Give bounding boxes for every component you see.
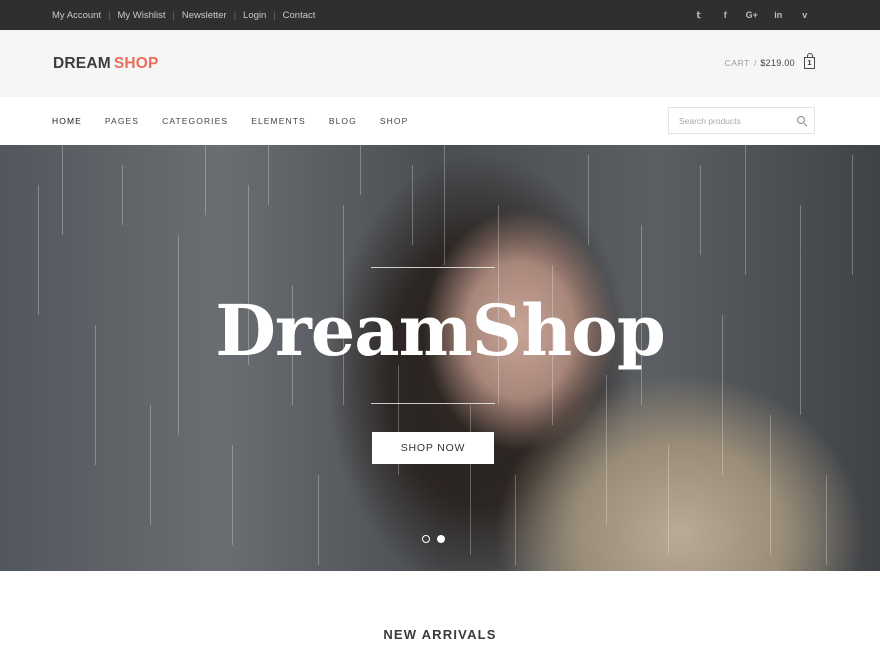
rain-streak bbox=[268, 145, 269, 205]
nav-menu: HOME PAGES CATEGORIES ELEMENTS BLOG SHOP bbox=[52, 97, 431, 145]
rain-streak bbox=[700, 165, 701, 255]
rain-streak bbox=[232, 445, 233, 545]
rain-streak bbox=[360, 145, 361, 195]
rain-streak bbox=[588, 155, 589, 245]
main-navigation: HOME PAGES CATEGORIES ELEMENTS BLOG SHOP bbox=[0, 97, 880, 145]
slider-dot-1[interactable] bbox=[422, 535, 430, 543]
rain-streak bbox=[826, 475, 827, 565]
rain-streak bbox=[318, 475, 319, 565]
rain-streak bbox=[122, 165, 123, 225]
vimeo-icon[interactable]: v bbox=[792, 10, 819, 20]
hero-title: DreamShop bbox=[215, 289, 666, 372]
nav-item-shop[interactable]: SHOP bbox=[380, 116, 409, 126]
nav-item-pages[interactable]: PAGES bbox=[105, 116, 139, 126]
rain-streak bbox=[150, 405, 151, 525]
newsletter-link[interactable]: Newsletter bbox=[182, 10, 227, 21]
rain-streak bbox=[606, 375, 607, 525]
cart-total: $219.00 bbox=[760, 58, 795, 68]
link-separator: | bbox=[108, 10, 111, 20]
top-bar: My Account | My Wishlist | Newsletter | … bbox=[0, 0, 880, 30]
slider-dot-2[interactable] bbox=[437, 535, 445, 543]
rain-streak bbox=[515, 475, 516, 565]
cart-summary[interactable]: CART / $219.00 1 bbox=[724, 53, 815, 72]
shop-now-button[interactable]: SHOP NOW bbox=[372, 432, 494, 464]
login-link[interactable]: Login bbox=[243, 10, 266, 21]
link-separator: | bbox=[172, 10, 175, 20]
cart-separator: / bbox=[753, 58, 757, 68]
contact-link[interactable]: Contact bbox=[283, 10, 316, 21]
social-links: 𝕥 f G+ in v bbox=[686, 0, 819, 30]
nav-item-blog[interactable]: BLOG bbox=[329, 116, 357, 126]
search-icon[interactable] bbox=[797, 116, 805, 124]
logo[interactable]: DREAM SHOP bbox=[53, 55, 159, 73]
cart-label: CART bbox=[724, 58, 750, 68]
logo-text-primary: DREAM bbox=[53, 55, 111, 72]
hero-bottom-divider bbox=[371, 403, 495, 404]
rain-streak bbox=[62, 145, 63, 235]
rain-streak bbox=[205, 145, 206, 215]
my-wishlist-link[interactable]: My Wishlist bbox=[117, 10, 165, 21]
site-header: DREAM SHOP CART / $219.00 1 bbox=[0, 30, 880, 97]
rain-streak bbox=[444, 145, 445, 265]
linkedin-icon[interactable]: in bbox=[765, 10, 792, 20]
hero-slider: DreamShop SHOP NOW bbox=[0, 145, 880, 571]
account-links: My Account | My Wishlist | Newsletter | … bbox=[52, 0, 315, 30]
link-separator: | bbox=[233, 10, 237, 20]
product-search bbox=[668, 107, 815, 134]
rain-streak bbox=[852, 155, 853, 275]
rain-streak bbox=[745, 145, 746, 275]
rain-streak bbox=[412, 165, 413, 245]
nav-item-elements[interactable]: ELEMENTS bbox=[251, 116, 306, 126]
nav-item-categories[interactable]: CATEGORIES bbox=[162, 116, 228, 126]
new-arrivals-heading: NEW ARRIVALS bbox=[383, 627, 497, 642]
search-input[interactable] bbox=[669, 108, 787, 133]
rain-streak bbox=[770, 415, 771, 555]
hero-top-divider bbox=[371, 267, 495, 268]
twitter-icon[interactable]: 𝕥 bbox=[686, 10, 713, 21]
cart-count-badge: 1 bbox=[807, 58, 812, 67]
rain-streak bbox=[470, 405, 471, 555]
facebook-icon[interactable]: f bbox=[712, 10, 739, 20]
rain-streak bbox=[668, 445, 669, 555]
google-plus-icon[interactable]: G+ bbox=[739, 10, 766, 20]
shopping-bag-icon[interactable]: 1 bbox=[804, 53, 815, 69]
logo-text-accent: SHOP bbox=[113, 55, 159, 72]
my-account-link[interactable]: My Account bbox=[52, 10, 101, 21]
link-separator: | bbox=[273, 10, 276, 20]
nav-item-home[interactable]: HOME bbox=[52, 116, 82, 126]
